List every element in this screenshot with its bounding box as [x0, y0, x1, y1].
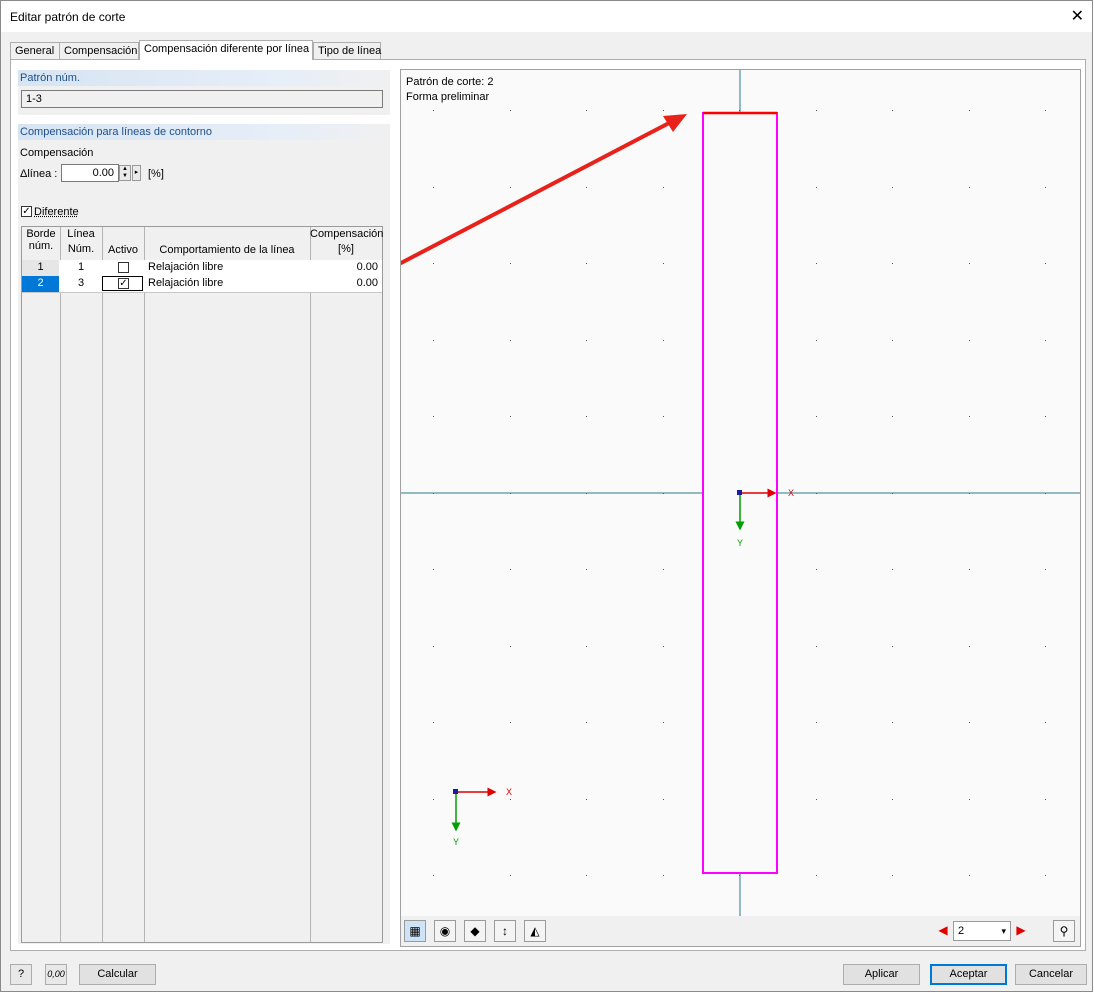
row-compensacion: 0.00	[356, 261, 378, 273]
tab-tipo-de-linea[interactable]: Tipo de línea	[313, 42, 381, 59]
mini-axis-x-label: X	[506, 787, 513, 797]
different-label: Diferente	[34, 206, 79, 218]
table-row[interactable]: 2 3 ✓ Relajación libre 0.00	[22, 276, 382, 293]
contour-header: Compensación para líneas de contorno	[18, 124, 390, 140]
surface-icon[interactable]: ◆	[464, 920, 486, 942]
row-linea: 1	[77, 261, 85, 273]
header-activo: Activo	[108, 244, 138, 256]
active-checkbox[interactable]: ✓	[118, 278, 129, 289]
header-comportamiento: Comportamiento de la línea	[159, 244, 295, 256]
dimension-icon[interactable]: ↕	[494, 920, 516, 942]
preview-pane: Patrón de corte: 2 Forma preliminar X Y …	[400, 69, 1081, 947]
mirror-icon[interactable]: ◭	[524, 920, 546, 942]
mini-axis-y-label: Y	[453, 837, 460, 847]
row-comportamiento: Relajación libre	[148, 277, 224, 289]
display-icon[interactable]: ▦	[404, 920, 426, 942]
tab-general[interactable]: General	[10, 42, 60, 59]
axis-y-label: Y	[737, 538, 744, 548]
close-icon[interactable]: ✕	[1071, 6, 1084, 26]
tab-panel: Patrón núm. 1-3 Compensación para líneas…	[10, 59, 1086, 951]
col-comportamiento	[144, 227, 311, 942]
previous-icon[interactable]: ◀	[937, 920, 949, 942]
header-compensacion-1: Compensación	[310, 228, 384, 240]
lines-table: Borde núm. Línea Núm. Activo Comportamie…	[21, 226, 383, 943]
col-linea	[60, 227, 103, 942]
title-bar: Editar patrón de corte ✕	[1, 1, 1092, 32]
delta-line-label: Δlínea :	[20, 168, 58, 180]
compensation-label: Compensación	[20, 147, 94, 159]
pattern-select-value: 2	[958, 925, 965, 937]
col-borde	[22, 227, 61, 942]
tab-compensacion-por-linea[interactable]: Compensación diferente por línea	[139, 40, 313, 60]
arrow-right-icon[interactable]: ▸	[132, 165, 141, 181]
row-comportamiento: Relajación libre	[148, 261, 224, 273]
help-icon[interactable]: ?	[10, 964, 32, 985]
header-borde-2: núm.	[28, 240, 54, 252]
delta-line-input[interactable]: 0.00	[61, 164, 119, 182]
row-linea: 3	[77, 277, 85, 289]
header-compensacion-2: [%]	[338, 243, 354, 255]
preview-toolbar: ▦ ◉ ◆ ↕ ◭ ◀ 2 ▾ ▶ ⚲	[401, 916, 1080, 946]
row-compensacion: 0.00	[356, 277, 378, 289]
apply-button[interactable]: Aplicar	[843, 964, 920, 985]
ok-button[interactable]: Aceptar	[930, 964, 1007, 985]
header-linea-1: Línea	[67, 228, 95, 240]
pattern-select[interactable]: 2 ▾	[953, 921, 1011, 941]
percent-unit-label: [%]	[148, 168, 164, 180]
row-borde: 2	[22, 276, 59, 292]
pattern-header: Patrón núm.	[18, 70, 390, 86]
chevron-down-icon: ▾	[1001, 926, 1006, 936]
dialog-window: Editar patrón de corte ✕ General Compens…	[0, 0, 1093, 992]
zoom-reset-icon[interactable]: ⚲	[1053, 920, 1075, 942]
table-row[interactable]: 1 1 Relajación libre 0.00	[22, 260, 382, 277]
dialog-title: Editar patrón de corte	[10, 10, 126, 24]
active-checkbox[interactable]	[118, 262, 129, 273]
col-activo	[102, 227, 145, 942]
different-checkbox[interactable]: ✓	[21, 206, 32, 217]
pattern-number-field: 1-3	[21, 90, 383, 108]
cancel-button[interactable]: Cancelar	[1015, 964, 1087, 985]
view-icon[interactable]: ◉	[434, 920, 456, 942]
units-icon[interactable]: 0,00	[45, 964, 67, 985]
axis-x-label: X	[788, 488, 795, 498]
tab-compensacion[interactable]: Compensación	[59, 42, 139, 59]
spin-updown-icon[interactable]: ▲ ▼	[119, 165, 131, 181]
calculate-button[interactable]: Calcular	[79, 964, 156, 985]
row-borde: 1	[22, 260, 59, 276]
preview-canvas	[401, 70, 1080, 916]
header-linea-2: Núm.	[67, 243, 95, 255]
pattern-group: Patrón núm. 1-3	[18, 70, 390, 115]
next-icon[interactable]: ▶	[1015, 920, 1027, 942]
